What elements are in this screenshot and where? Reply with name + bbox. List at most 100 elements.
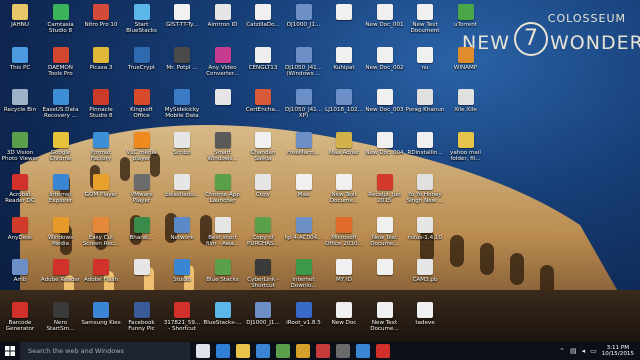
volume-icon[interactable]: ◂ — [582, 347, 586, 355]
desktop-icon[interactable]: Recycle Bin — [0, 87, 40, 131]
file-explorer-icon[interactable] — [236, 344, 250, 358]
start-button[interactable] — [0, 342, 20, 360]
desktop-icon[interactable]: WINAMP — [446, 45, 486, 89]
desktop-icon[interactable]: New Doc_003 — [365, 87, 405, 131]
desktop-icon[interactable]: CyberLink - Shortcut — [243, 257, 283, 301]
desktop-icon[interactable]: Nero StartSm... — [41, 300, 81, 343]
app-9-icon[interactable] — [356, 344, 370, 358]
desktop-icon[interactable]: CertEncha... — [243, 87, 283, 131]
photos-icon[interactable] — [296, 344, 310, 358]
desktop-icon[interactable]: Best short film - Awa... — [203, 215, 243, 259]
desktop-icon[interactable]: Microsoft Office 2010... — [324, 215, 364, 259]
desktop-icon[interactable]: MY ID — [324, 257, 364, 301]
desktop-icon[interactable]: Easy Cut Screen Rec... — [81, 215, 121, 259]
desktop-icon[interactable]: Nitro Pro 10 — [81, 2, 121, 46]
notification-icon[interactable]: ▭ — [590, 347, 597, 355]
desktop-icon[interactable]: Google Chrome — [41, 130, 81, 174]
desktop-icon[interactable]: 3D Vision Photo Viewer — [0, 130, 40, 174]
desktop-icon[interactable]: Blue Stacks — [203, 257, 243, 301]
desktop-icon[interactable]: iRoot_v1.8.5 — [284, 300, 324, 343]
desktop-icon[interactable]: FreeMarm... — [284, 130, 324, 174]
desktop-icon[interactable]: GIST-TT-Ty... — [162, 2, 202, 46]
desktop-icon[interactable]: Chandan Saikia — [243, 130, 283, 174]
app-10-icon[interactable] — [376, 344, 390, 358]
desktop-icon[interactable]: tadeve — [405, 300, 445, 343]
desktop-icon[interactable]: DJ1000_J1... — [284, 2, 324, 46]
desktop-icon[interactable]: Adobe Flash — [81, 257, 121, 301]
desktop-icon[interactable]: nu — [405, 45, 445, 89]
desktop-icon[interactable]: GOM Player — [81, 172, 121, 216]
desktop-icon[interactable]: DJ1050_J41... (Windows ... — [284, 45, 324, 89]
desktop-icon[interactable]: Yo Yo Honey Singh New ... — [405, 172, 445, 216]
desktop-icon[interactable]: DJ1050_J41... XP) — [284, 87, 324, 131]
desktop-icon[interactable]: Facebook Funny Pic — [122, 300, 162, 343]
desktop-icon[interactable]: Receipt_Jun 2015 — [365, 172, 405, 216]
desktop-icon[interactable]: CENGLT13 — [243, 45, 283, 89]
desktop-icon[interactable]: New Doc — [324, 300, 364, 343]
desktop-icon[interactable]: CAM3.pb — [405, 257, 445, 301]
desktop-icon[interactable]: Bharat... — [122, 215, 162, 259]
desktop-icon[interactable]: New Text Docume... — [324, 172, 364, 216]
desktop-icon[interactable]: 317821_59... - Shortcut — [162, 300, 202, 343]
desktop-icon[interactable]: Porag Khanun — [405, 87, 445, 131]
desktop-icon[interactable]: VMware Player — [122, 172, 162, 216]
desktop-icon[interactable]: Format Factory — [81, 130, 121, 174]
desktop-icon[interactable]: Picasa 3 — [81, 45, 121, 89]
desktop-icon[interactable] — [203, 87, 243, 131]
desktop-icon[interactable]: Acrobat Reader DC — [0, 172, 40, 216]
taskbar-search-input[interactable]: Search the web and Windows — [20, 342, 190, 360]
desktop-icon[interactable]: Camtasia Studio 8 — [41, 2, 81, 46]
desktop-icon[interactable]: Aimtron ID — [203, 2, 243, 46]
media-icon[interactable] — [316, 344, 330, 358]
desktop-icon[interactable]: TrueCrypt — [122, 45, 162, 89]
desktop-icon[interactable]: Scribo — [162, 130, 202, 174]
desktop-icon[interactable]: Start BlueStacks — [122, 2, 162, 46]
desktop-icon[interactable]: Kuhipat — [324, 45, 364, 89]
desktop-icon[interactable]: bikashado... — [162, 172, 202, 216]
desktop-icon[interactable]: This PC — [0, 45, 40, 89]
desktop-icon[interactable]: AnyDesk — [0, 215, 40, 259]
desktop-icon[interactable]: CatzillaDo... — [243, 2, 283, 46]
desktop-icon[interactable]: Chrome App Launcher — [203, 172, 243, 216]
desktop-icon[interactable]: New Text Document — [405, 2, 445, 46]
desktop-icon[interactable]: Windows Media — [41, 215, 81, 259]
desktop-icon[interactable]: Copy of PURCHAS... — [243, 215, 283, 259]
desktop-icon[interactable]: Any Video Converter... — [203, 45, 243, 89]
desktop-icon[interactable]: MySidekicky Mobile Data — [162, 87, 202, 131]
desktop-icon[interactable]: Amb — [0, 257, 40, 301]
desktop-icon[interactable]: uTorrent — [446, 2, 486, 46]
desktop-icon[interactable]: New Text Docume... — [365, 300, 405, 343]
desktop-icon[interactable]: RDinstallin... — [405, 130, 445, 174]
network-icon[interactable]: ▤ — [570, 347, 577, 355]
desktop-icon[interactable]: yahoo mail folder, fil... — [446, 130, 486, 174]
desktop-icon[interactable]: Barcode Generator — [0, 300, 40, 343]
desktop-icon[interactable]: hp 4-AC004... — [284, 215, 324, 259]
store-icon[interactable] — [256, 344, 270, 358]
desktop-icon[interactable]: Smart Windows... — [203, 130, 243, 174]
desktop-icon[interactable]: EaseUS Data Recovery ... — [41, 87, 81, 131]
desktop-icon[interactable]: Pinnacle Studio 8 — [81, 87, 121, 131]
desktop-icon[interactable]: JAHNU — [0, 2, 40, 46]
desktop-icon[interactable]: DJ1000_J1... — [243, 300, 283, 343]
desktop-icon[interactable]: Kingsoft Office — [122, 87, 162, 131]
edge-icon[interactable] — [216, 344, 230, 358]
desktop-icon[interactable]: New Text Docume... — [365, 215, 405, 259]
desktop-icon[interactable]: New Doc_002 — [365, 45, 405, 89]
chevron-up-icon[interactable]: ⌃ — [559, 347, 565, 355]
app-8-icon[interactable] — [336, 344, 350, 358]
task-view-icon[interactable] — [196, 344, 210, 358]
desktop-icon[interactable] — [122, 257, 162, 301]
desktop-icon[interactable]: BlueStacks-... — [203, 300, 243, 343]
desktop-icon[interactable]: Samsung Kies — [81, 300, 121, 343]
desktop-icon[interactable]: VLC media player — [122, 130, 162, 174]
desktop-icon[interactable]: New Doc_001 — [365, 2, 405, 46]
desktop-icon[interactable]: Network — [162, 215, 202, 259]
desktop-icon[interactable]: Maa — [284, 172, 324, 216]
desktop-icon[interactable]: Xile Xile — [446, 87, 486, 131]
chrome-icon[interactable] — [276, 344, 290, 358]
desktop-icon[interactable] — [324, 2, 364, 46]
desktop-icon[interactable]: LJ1018_102... — [324, 87, 364, 131]
desktop-icon[interactable] — [365, 257, 405, 301]
desktop-icon[interactable]: rufus-1.4.10 — [405, 215, 445, 259]
desktop-icon[interactable]: DAEMON Tools Pro — [41, 45, 81, 89]
